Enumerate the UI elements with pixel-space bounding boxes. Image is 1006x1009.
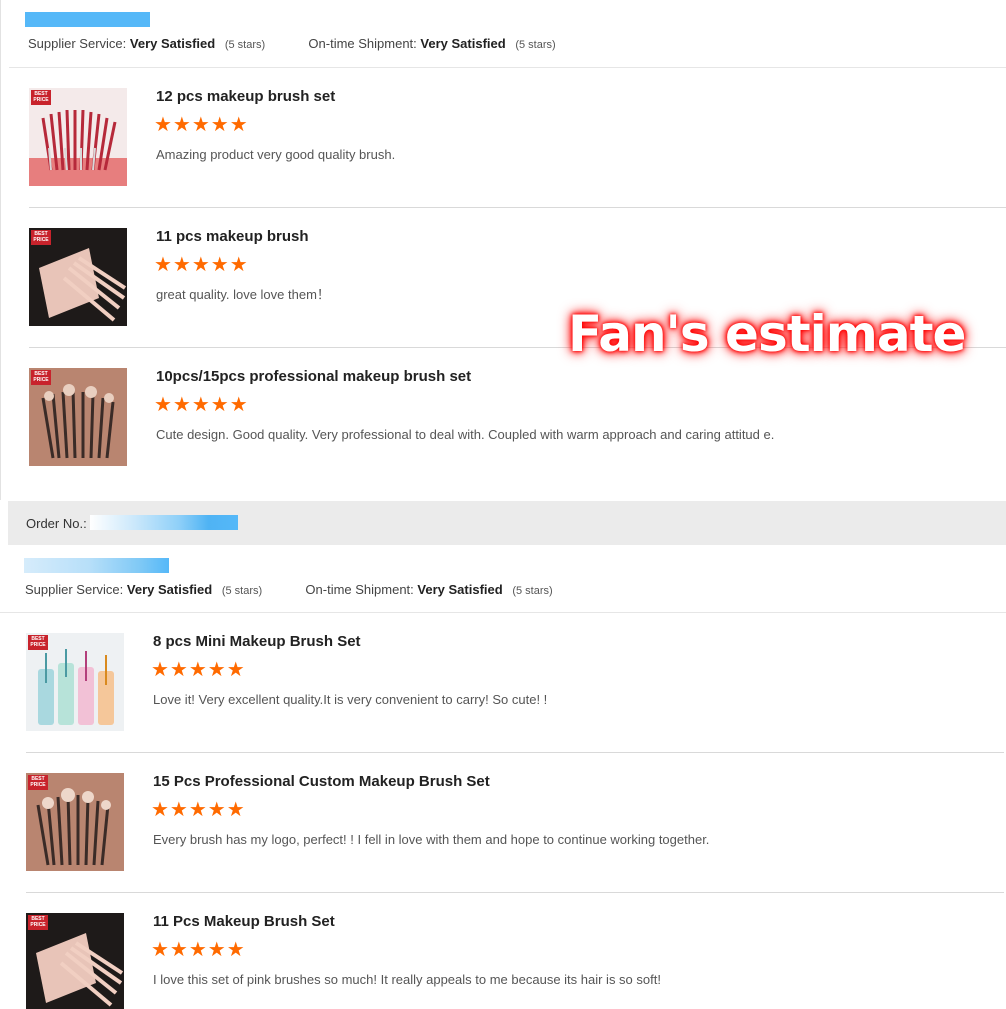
review-item: BEST PRICE 10pcs/15pcs professional make… [1,368,1006,500]
seller-ratings: Supplier Service: Very Satisfied (5 star… [25,582,553,597]
best-price-badge: BEST PRICE [28,635,48,650]
product-thumbnail[interactable]: BEST PRICE [29,88,127,186]
shipment-value: Very Satisfied [417,582,503,597]
shipment-stars: (5 stars) [512,585,553,597]
order-block-1: Supplier Service: Very Satisfied (5 star… [0,0,1006,500]
star-rating: ★★★★★ [151,659,246,681]
divider [26,892,1004,893]
product-title[interactable]: 8 pcs Mini Makeup Brush Set [153,633,361,650]
supplier-service-value: Very Satisfied [126,582,213,597]
best-price-badge: BEST PRICE [28,915,48,930]
review-comment: Cute design. Good quality. Very professi… [156,427,775,442]
product-thumbnail[interactable]: BEST PRICE [29,228,127,326]
product-thumbnail[interactable]: BEST PRICE [29,368,127,466]
best-price-badge: BEST PRICE [31,370,51,385]
product-thumbnail[interactable]: BEST PRICE [26,633,124,731]
review-item: BEST PRICE 8 pcs Mini Makeup Brush Set ★… [0,633,1004,753]
star-rating: ★★★★★ [154,394,249,416]
review-comment: Every brush has my logo, perfect! ! I fe… [153,832,710,847]
supplier-service-value: Very Satisfied [129,36,216,51]
review-comment: I love this set of pink brushes so much!… [153,972,661,987]
order-number-label: Order No.: [26,516,87,531]
shipment-value: Very Satisfied [420,36,506,51]
review-comment: Love it! Very excellent quality.It is ve… [153,692,548,707]
best-price-badge: BEST PRICE [28,775,48,790]
redacted-order-number [24,558,169,573]
product-thumbnail[interactable]: BEST PRICE [26,773,124,871]
product-title[interactable]: 10pcs/15pcs professional makeup brush se… [156,368,471,385]
supplier-service-label: Supplier Service: [25,582,124,597]
best-price-badge: BEST PRICE [31,230,51,245]
supplier-service-stars: (5 stars) [224,39,266,51]
redacted-order-number [25,12,150,27]
shipment-label: On-time Shipment: [305,582,414,597]
order-header: Order No.: [8,501,1006,545]
divider [26,752,1004,753]
product-title[interactable]: 15 Pcs Professional Custom Makeup Brush … [153,773,490,790]
product-title[interactable]: 11 pcs makeup brush [156,228,309,245]
star-rating: ★★★★★ [154,114,249,136]
order-block-2: Supplier Service: Very Satisfied (5 star… [0,545,1006,1009]
best-price-badge: BEST PRICE [31,90,51,105]
shipment-stars: (5 stars) [515,39,556,51]
review-item: BEST PRICE 11 Pcs Makeup Brush Set ★★★★★… [0,913,1004,1009]
review-comment: great quality. love love them！ [156,287,330,302]
watermark-text: Fan's estimate [568,305,966,363]
redacted-order-number [90,515,238,530]
product-thumbnail[interactable]: BEST PRICE [26,913,124,1009]
product-title[interactable]: 12 pcs makeup brush set [156,88,335,105]
review-item: BEST PRICE 12 pcs makeup brush set ★★★★★… [1,88,1006,208]
shipment-label: On-time Shipment: [308,36,417,51]
supplier-service-label: Supplier Service: [28,36,127,51]
star-rating: ★★★★★ [154,254,249,276]
review-item: BEST PRICE 15 Pcs Professional Custom Ma… [0,773,1004,893]
product-title[interactable]: 11 Pcs Makeup Brush Set [153,913,335,930]
seller-ratings: Supplier Service: Very Satisfied (5 star… [28,36,556,51]
star-rating: ★★★★★ [151,799,246,821]
star-rating: ★★★★★ [151,939,246,961]
divider [29,207,1006,208]
review-comment: Amazing product very good quality brush. [156,147,396,162]
supplier-service-stars: (5 stars) [221,585,263,597]
